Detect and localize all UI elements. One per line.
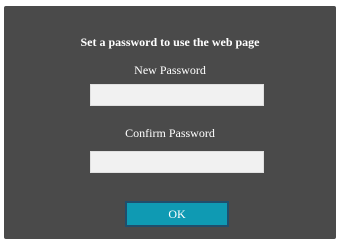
password-setup-dialog: Set a password to use the web page New P…: [4, 6, 336, 239]
new-password-input[interactable]: [90, 84, 264, 106]
confirm-password-label: Confirm Password: [125, 126, 215, 140]
new-password-label: New Password: [134, 63, 206, 77]
ok-button[interactable]: OK: [125, 201, 229, 227]
dialog-title: Set a password to use the web page: [80, 35, 260, 49]
confirm-password-input[interactable]: [90, 151, 264, 173]
